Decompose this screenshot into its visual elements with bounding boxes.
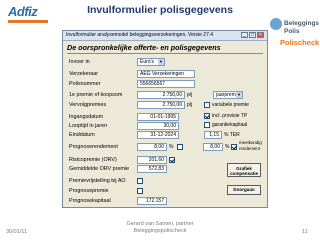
premie-type-select[interactable]: jaarpremie ▼ [213,91,243,99]
header-divider [67,53,263,54]
invoer-select-value: Euro's [140,59,155,65]
adfiz-logo-text: Adfiz [8,4,38,19]
adfiz-logo: Adfiz [8,4,52,28]
meetkundig-checkbox[interactable] [231,144,237,150]
premie1-unit: p/j [187,92,193,98]
prognosekapitaal-field[interactable]: 172.157 [137,197,167,205]
polisnummer-field[interactable]: 556656567 [137,80,195,88]
chevron-down-icon: ▼ [158,59,164,65]
risico-label: Risicopremie (ORV) [69,157,117,163]
premievrij-checkbox[interactable] [137,178,143,184]
premie1-label: 1e premie of koopsom [69,92,123,98]
meetkundig-label-1: meetkundig [239,140,262,145]
incl-provisie-label: incl. provisie TP [212,113,248,119]
garantiekapitaal-checkbox[interactable] [204,122,210,128]
premievrij-label: Premievrijstelling bij AO [69,178,126,184]
polischeck-logo-line3: Polischeck [280,38,320,47]
prognose-rend-field-2[interactable]: 8,00 [203,143,223,151]
close-icon[interactable]: × [257,32,264,38]
gem-orv-field[interactable]: 572,83 [137,165,167,173]
meetkundig-label-2: rendement [239,146,260,151]
adfiz-logo-bar [8,20,48,23]
garantiekapitaal-label: garantiekapitaal [212,122,248,128]
risico-field[interactable]: 201,60 [137,156,167,164]
eind-field[interactable]: 31-12-2024 [137,131,179,139]
chevron-down-icon: ▼ [236,92,242,98]
minimize-icon[interactable]: _ [241,32,248,38]
window-titlebar[interactable]: Invulformulier analysemodel beleggingsve… [63,31,267,41]
prognose-rend-field[interactable]: 8,00 [137,143,167,151]
polischeck-logo-line1: Beleggings [284,20,320,27]
verzekeraar-field[interactable]: AEG Verzekeringen [137,70,195,78]
prognose-rend-unit: % [169,144,174,150]
ter-field[interactable]: 1,15 [204,131,222,139]
vervolg-label: Vervolgpremies [69,102,107,108]
polischeck-logo: Beleggings Polis Polischeck [270,18,320,52]
eind-label: Einddatum [69,132,95,138]
form-window: Invulformulier analysemodel beleggingsve… [62,30,268,208]
invoer-label: Invoer in [69,59,90,65]
variabele-premie-checkbox[interactable] [204,102,210,108]
grafiek-compensatie-button[interactable]: Grafiek compensatie [227,163,261,177]
doorgaan-button[interactable]: Doorgaan [227,185,261,195]
maximize-icon[interactable]: □ [249,32,256,38]
footer-company: Beleggingspolischeck [133,228,187,234]
vervolg-field[interactable]: 2.750,00 [137,101,185,109]
verzekeraar-label: Verzekeraar [69,71,99,77]
gem-orv-label: Gemiddelde ORV premie [69,166,130,172]
prognosepremie-label: Prognosepremie [69,188,109,194]
ter-unit: % TER [224,132,240,138]
ingang-label: Ingangsdatum [69,114,104,120]
risico-checkbox[interactable] [169,157,175,163]
polisnummer-label: Polisnummer [69,81,101,87]
prognose-rend-label: Prognoserendement [69,144,118,150]
form-header: De oorspronkelijke offerte- en polisgege… [67,43,221,52]
prognose-rend-checkbox[interactable] [177,144,183,150]
vervolg-unit: p/j [187,102,193,108]
prognosekapitaal-label: Prognosekapitaal [69,198,111,204]
incl-provisie-checkbox[interactable] [204,113,210,119]
polischeck-logo-line2: Polis [284,28,300,35]
prognosepremie-checkbox[interactable] [137,188,143,194]
looptijd-field[interactable]: 30,00 [137,122,179,130]
footer-author: Gerard van Santen, partner [126,221,194,227]
grafiek-button-line2: compensatie [229,171,259,176]
variabele-premie-label: variabele premie [212,102,249,108]
prognose-rend-unit-2: % [225,144,230,150]
polischeck-logo-mark [270,18,282,30]
looptijd-label: Looptijd in jaren [69,123,108,129]
ingang-field[interactable]: 01-01-1995 [137,113,179,121]
footer-page-number: 11 [302,229,308,235]
window-title: Invulformulier analysemodel beleggingsve… [66,32,214,38]
premie1-field[interactable]: 2.750,00 [137,91,185,99]
invoer-select[interactable]: Euro's ▼ [137,58,165,66]
